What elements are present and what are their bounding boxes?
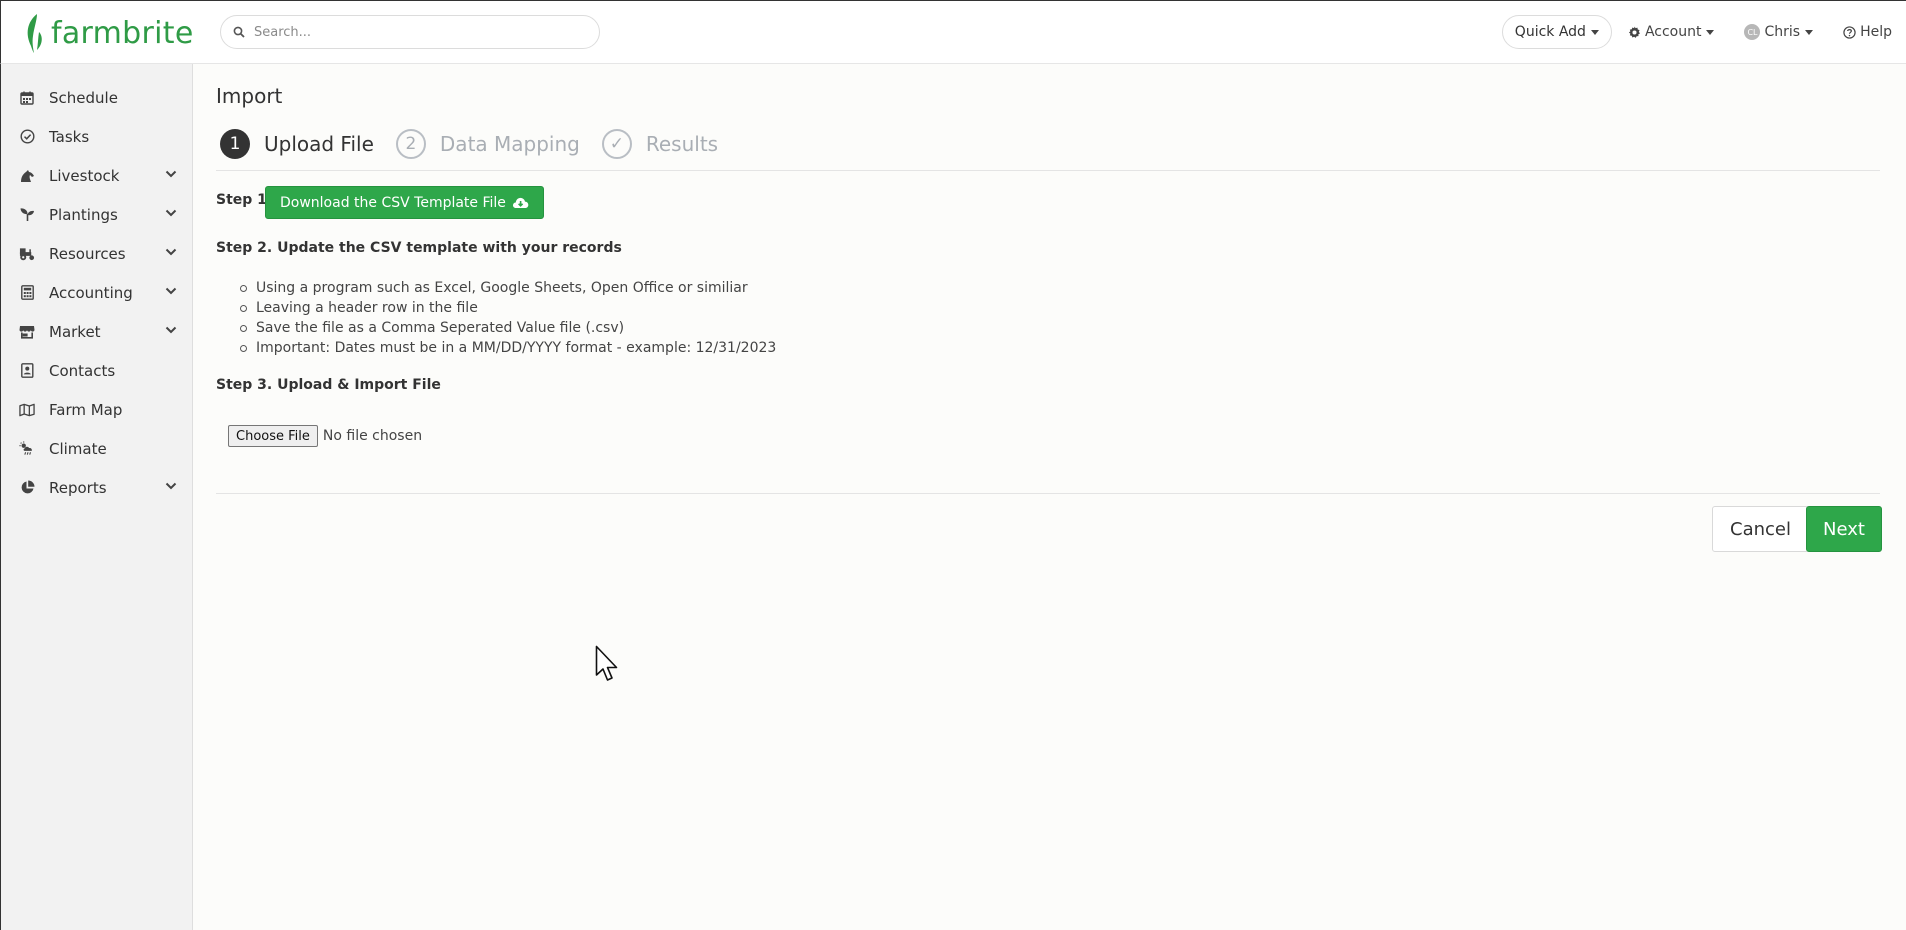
step-label: Results (645, 132, 719, 156)
sidebar-item-schedule[interactable]: Schedule (1, 78, 193, 117)
sidebar-item-label: Livestock (49, 166, 120, 185)
chevron-down-icon (165, 287, 177, 295)
sidebar-item-livestock[interactable]: Livestock (1, 156, 193, 195)
list-item: Save the file as a Comma Seperated Value… (239, 318, 776, 338)
caret-down-icon (1590, 29, 1599, 35)
checkmark-icon: ✓ (601, 129, 632, 159)
help-label: Help (1860, 24, 1892, 40)
caret-down-icon (1706, 29, 1715, 35)
leaf-logo-icon (27, 14, 42, 53)
search-icon (233, 26, 245, 38)
caret-down-icon (1805, 29, 1814, 35)
file-upload-input: Choose File No file chosen (228, 425, 422, 447)
calendar-icon (19, 90, 35, 106)
chevron-down-icon (165, 209, 177, 217)
sidebar-item-label: Farm Map (49, 400, 123, 419)
farmbrite-logo[interactable]: farmbrite (23, 11, 194, 55)
user-name: Chris (1764, 24, 1801, 40)
chevron-down-icon (165, 170, 177, 178)
sidebar-item-label: Reports (49, 478, 107, 497)
search-box[interactable] (220, 15, 600, 49)
import-wizard-steps: 1 Upload File 2 Data Mapping ✓ Results (220, 128, 740, 160)
sidebar-item-label: Market (49, 322, 101, 341)
step-number: 1 (220, 129, 250, 159)
sidebar-item-label: Tasks (49, 127, 90, 146)
store-icon (19, 324, 35, 340)
wizard-step-results: ✓ Results (601, 129, 719, 159)
horse-icon (19, 168, 35, 184)
sidebar-item-accounting[interactable]: Accounting (1, 273, 193, 312)
seedling-icon (19, 207, 35, 223)
sidebar-item-tasks[interactable]: Tasks (1, 117, 193, 156)
mouse-cursor-icon (595, 645, 618, 681)
list-item: Using a program such as Excel, Google Sh… (239, 278, 776, 298)
account-label: Account (1644, 24, 1702, 40)
logo-text: farmbrite (51, 15, 194, 51)
map-icon (19, 402, 35, 418)
chevron-down-icon (165, 482, 177, 490)
list-item: Leaving a header row in the file (239, 298, 776, 318)
pie-chart-icon (19, 480, 35, 496)
sidebar-item-label: Climate (49, 439, 107, 458)
sidebar-item-reports[interactable]: Reports (1, 468, 193, 507)
divider (216, 170, 1880, 171)
top-bar: farmbrite Quick Add Account CL Chris (0, 0, 1906, 64)
sidebar-item-label: Contacts (49, 361, 116, 380)
wizard-step-data-mapping: 2 Data Mapping (395, 129, 580, 159)
user-menu[interactable]: CL Chris (1744, 24, 1814, 40)
step-label: Data Mapping (439, 132, 580, 156)
sidebar-item-resources[interactable]: Resources (1, 234, 193, 273)
sidebar-item-label: Accounting (49, 283, 133, 302)
next-button[interactable]: Next (1806, 506, 1882, 552)
question-circle-icon (1843, 25, 1856, 39)
address-book-icon (19, 363, 35, 379)
search-input[interactable] (252, 23, 572, 41)
step1-label: Step 1. (216, 192, 273, 208)
account-menu[interactable]: Account (1628, 24, 1715, 40)
check-circle-icon (19, 129, 35, 145)
step3-label: Step 3. Upload & Import File (216, 377, 441, 393)
step-label: Upload File (264, 132, 374, 156)
download-csv-template-button[interactable]: Download the CSV Template File (265, 186, 544, 219)
gear-icon (1628, 26, 1640, 38)
sidebar-item-farm-map[interactable]: Farm Map (1, 390, 193, 429)
help-link[interactable]: Help (1843, 24, 1892, 40)
sidebar-item-label: Plantings (49, 205, 118, 224)
sidebar: Schedule Tasks Livestock Plantings Resou… (0, 64, 193, 930)
chevron-down-icon (165, 248, 177, 256)
sidebar-item-market[interactable]: Market (1, 312, 193, 351)
cancel-button[interactable]: Cancel (1712, 506, 1809, 552)
cloud-download-icon (512, 197, 529, 208)
choose-file-button[interactable]: Choose File (228, 425, 318, 447)
step-number: 2 (395, 129, 426, 159)
sidebar-item-contacts[interactable]: Contacts (1, 351, 193, 390)
quick-add-label: Quick Add (1514, 24, 1586, 40)
chevron-down-icon (165, 326, 177, 334)
tractor-icon (19, 246, 35, 262)
cloud-sun-rain-icon (19, 441, 35, 457)
sidebar-item-label: Resources (49, 244, 126, 263)
instructions-list: Using a program such as Excel, Google Sh… (239, 278, 777, 358)
page-title: Import (216, 84, 283, 108)
calculator-icon (19, 285, 35, 301)
sidebar-item-label: Schedule (49, 88, 118, 107)
avatar: CL (1744, 24, 1761, 40)
sidebar-item-climate[interactable]: Climate (1, 429, 193, 468)
sidebar-item-plantings[interactable]: Plantings (1, 195, 193, 234)
quick-add-button[interactable]: Quick Add (1501, 15, 1612, 49)
wizard-step-upload-file: 1 Upload File (220, 129, 374, 159)
list-item: Important: Dates must be in a MM/DD/YYYY… (239, 340, 777, 356)
file-status: No file chosen (322, 428, 423, 444)
step2-label: Step 2. Update the CSV template with you… (216, 240, 622, 256)
divider (216, 493, 1880, 494)
download-button-label: Download the CSV Template File (280, 194, 506, 211)
